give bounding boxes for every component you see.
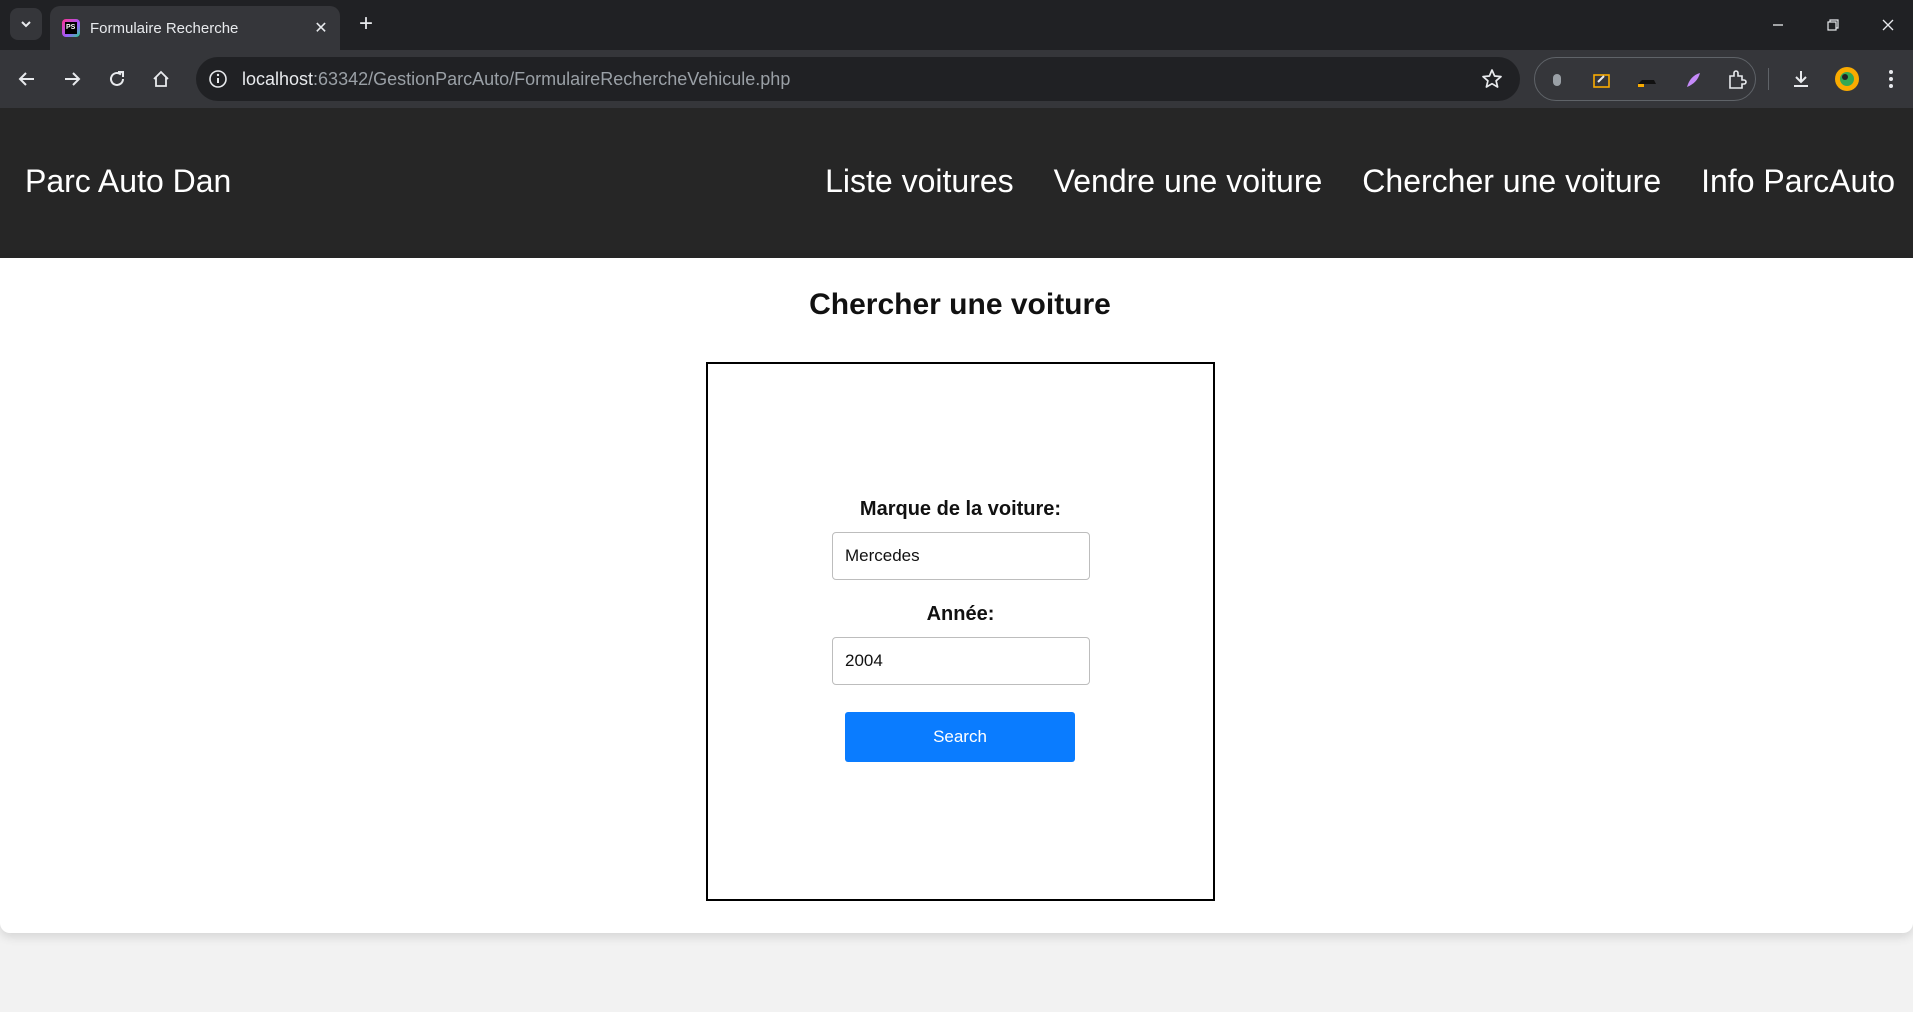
browser-tab-active[interactable]: PS Formulaire Recherche ✕ xyxy=(50,6,340,50)
url-path: :63342/GestionParcAuto/FormulaireRecherc… xyxy=(313,69,791,89)
nav-info-parcauto[interactable]: Info ParcAuto xyxy=(1701,163,1895,200)
forward-icon[interactable] xyxy=(57,64,87,94)
extension-icon[interactable] xyxy=(1545,68,1569,92)
url-text: localhost:63342/GestionParcAuto/Formulai… xyxy=(242,69,790,90)
site-info-icon[interactable] xyxy=(206,67,230,91)
year-input[interactable] xyxy=(832,637,1090,685)
nav-liste-voitures[interactable]: Liste voitures xyxy=(825,163,1014,200)
url-host: localhost xyxy=(242,69,314,89)
extension-icon[interactable] xyxy=(1590,68,1614,92)
back-icon[interactable] xyxy=(12,64,42,94)
page-title: Chercher une voiture xyxy=(809,288,1111,321)
download-icon[interactable] xyxy=(1786,64,1816,94)
tab-list-icon[interactable] xyxy=(10,8,42,40)
brand-label: Marque de la voiture: xyxy=(859,498,1062,520)
year-label: Année: xyxy=(926,603,995,625)
nav-chercher-une-voiture[interactable]: Chercher une voiture xyxy=(1362,163,1661,200)
search-button[interactable]: Search xyxy=(845,712,1075,762)
extension-icon[interactable] xyxy=(1635,68,1659,92)
toolbar-divider xyxy=(1768,68,1769,90)
home-icon[interactable] xyxy=(146,64,176,94)
close-window-icon[interactable] xyxy=(1860,0,1913,50)
extension-icon[interactable] xyxy=(1681,68,1705,92)
extension-icon[interactable] xyxy=(1725,68,1749,92)
search-form: Marque de la voiture: Année: Search xyxy=(706,362,1215,901)
restore-icon[interactable] xyxy=(1805,0,1861,50)
page-viewport: Parc Auto Dan Liste voitures Vendre une … xyxy=(0,108,1913,1012)
menu-icon[interactable] xyxy=(1876,64,1906,94)
site-header: Parc Auto Dan Liste voitures Vendre une … xyxy=(0,108,1913,258)
extensions-group xyxy=(1534,57,1756,101)
tab-title: Formulaire Recherche xyxy=(90,19,239,37)
browser-tab-strip: PS Formulaire Recherche ✕ + xyxy=(0,0,1913,50)
site-nav: Liste voitures Vendre une voiture Cherch… xyxy=(825,163,1895,200)
tab-close-icon[interactable]: ✕ xyxy=(310,17,332,39)
minimize-icon[interactable] xyxy=(1750,0,1806,50)
profile-avatar[interactable] xyxy=(1832,64,1862,94)
reload-icon[interactable] xyxy=(102,64,132,94)
main-content: Chercher une voiture Marque de la voitur… xyxy=(0,258,1913,933)
site-brand[interactable]: Parc Auto Dan xyxy=(25,163,231,200)
address-bar[interactable]: localhost:63342/GestionParcAuto/Formulai… xyxy=(196,57,1520,101)
new-tab-button[interactable]: + xyxy=(352,10,380,38)
bookmark-star-icon[interactable] xyxy=(1480,67,1504,91)
browser-toolbar: localhost:63342/GestionParcAuto/Formulai… xyxy=(0,50,1913,108)
phpstorm-favicon-icon: PS xyxy=(62,19,80,37)
nav-vendre-une-voiture[interactable]: Vendre une voiture xyxy=(1054,163,1323,200)
brand-input[interactable] xyxy=(832,532,1090,580)
